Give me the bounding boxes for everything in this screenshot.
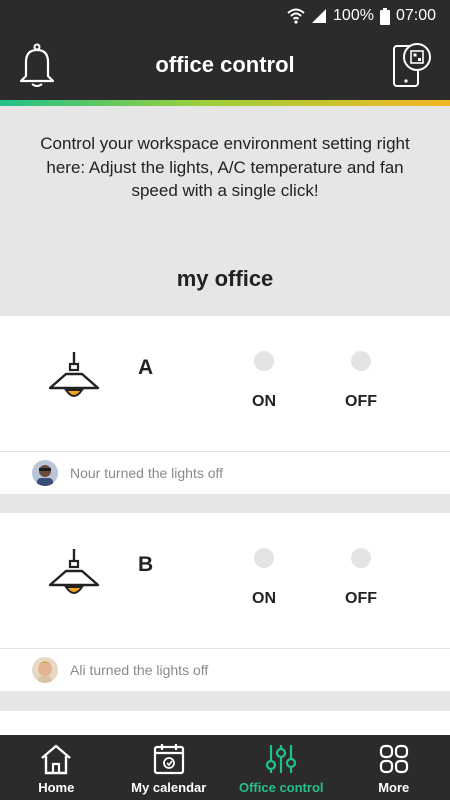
activity-text: Ali turned the lights off — [70, 662, 209, 678]
nav-calendar[interactable]: My calendar — [113, 735, 226, 800]
app-bar: office control — [0, 32, 450, 100]
nav-more[interactable]: More — [338, 735, 450, 800]
lamp-icon — [48, 549, 100, 594]
activity-row: Nour turned the lights off — [0, 452, 450, 494]
nav-label: Home — [38, 780, 75, 795]
page-title: office control — [155, 52, 295, 77]
nav-label: My calendar — [131, 780, 207, 795]
avatar — [32, 460, 58, 486]
phone-qr-icon[interactable] — [392, 42, 432, 88]
wifi-icon — [287, 8, 305, 24]
intro-description: Control your workspace environment setti… — [40, 134, 410, 200]
nav-label: More — [378, 780, 410, 795]
light-name: A — [138, 356, 154, 379]
home-icon — [41, 744, 72, 775]
off-label[interactable]: OFF — [331, 590, 391, 608]
light-card-b: B ON OFF Ali turned the lights off — [0, 513, 450, 691]
activity-row: Ali turned the lights off — [0, 649, 450, 691]
battery-percent: 100% — [333, 7, 374, 24]
signal-icon — [312, 9, 327, 23]
section-title: my office — [176, 266, 274, 291]
on-label[interactable]: ON — [234, 590, 294, 608]
intro-section: Control your workspace environment setti… — [0, 106, 450, 316]
on-radio[interactable] — [254, 351, 274, 371]
avatar — [32, 657, 58, 683]
lamp-icon — [48, 352, 100, 397]
sliders-icon — [266, 745, 297, 773]
grid-icon — [379, 744, 408, 774]
bottom-nav: Home My calendar Office control More — [0, 735, 450, 800]
light-row: A ON OFF — [0, 316, 450, 452]
off-radio[interactable] — [351, 548, 371, 568]
on-radio[interactable] — [254, 548, 274, 568]
off-radio[interactable] — [351, 351, 371, 371]
off-label[interactable]: OFF — [331, 393, 391, 411]
nav-home[interactable]: Home — [0, 735, 113, 800]
nav-office-control[interactable]: Office control — [225, 735, 338, 800]
nav-label: Office control — [238, 780, 324, 795]
battery-icon — [379, 7, 390, 25]
activity-text: Nour turned the lights off — [70, 465, 224, 481]
light-row: B ON OFF — [0, 513, 450, 649]
status-bar: 100% 07:00 — [0, 0, 450, 32]
clock: 07:00 — [395, 7, 436, 24]
on-label[interactable]: ON — [234, 393, 294, 411]
calendar-icon — [153, 744, 184, 775]
light-name: B — [138, 553, 154, 576]
light-card-a: A ON OFF Nour turned the lights off — [0, 316, 450, 494]
